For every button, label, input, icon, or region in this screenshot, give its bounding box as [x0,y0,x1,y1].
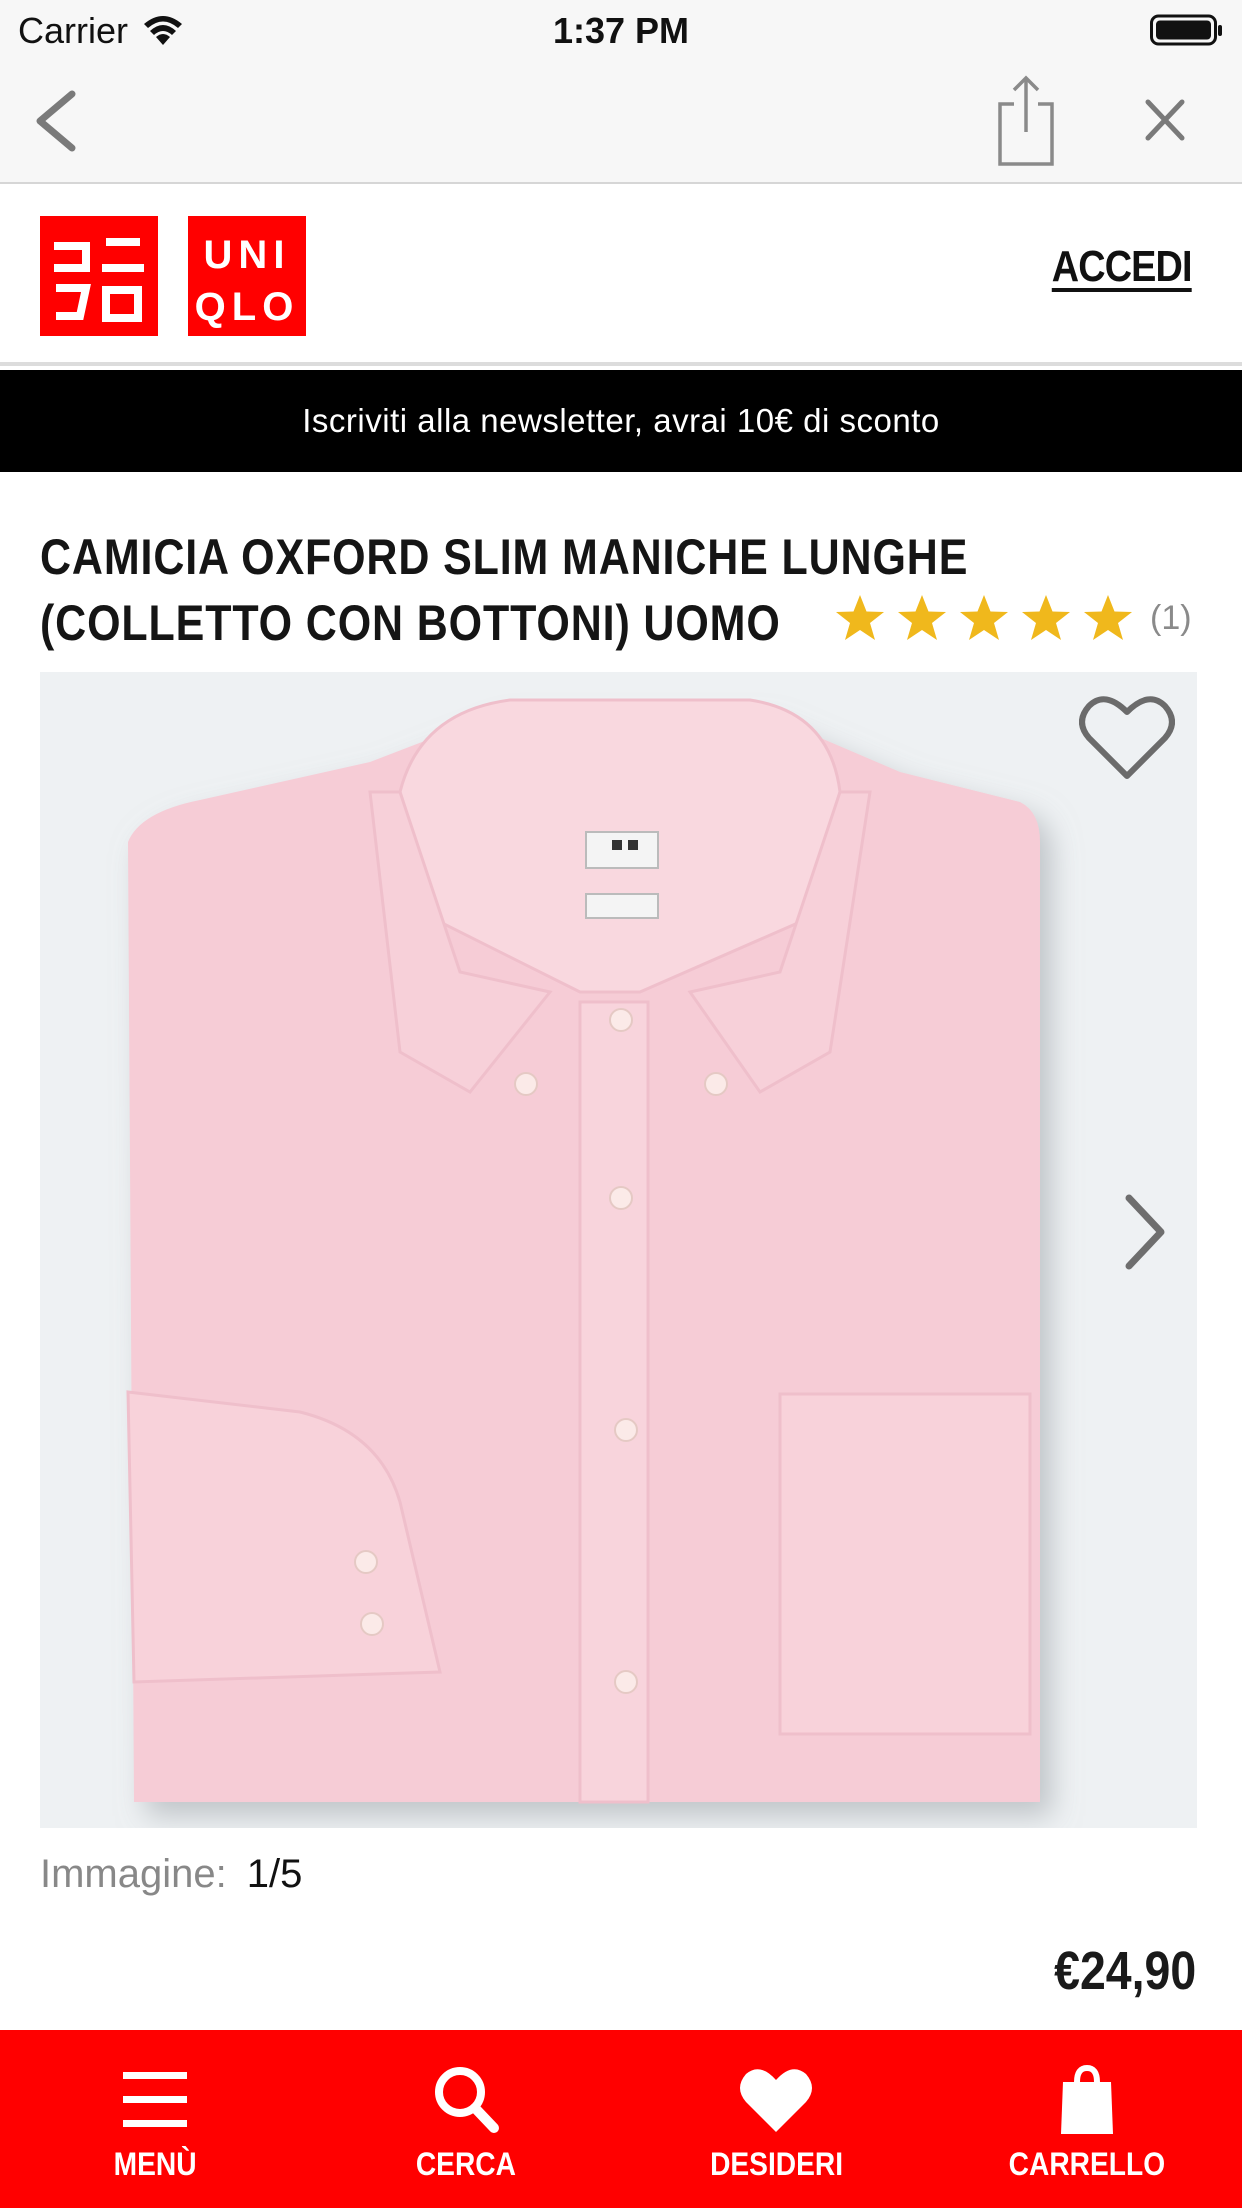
tab-cart-label: CARRELLO [1008,2146,1165,2182]
back-arrow-icon[interactable] [28,88,88,154]
tab-search-label: CERCA [415,2146,516,2182]
search-icon [434,2067,499,2133]
product-shirt-image [126,698,1040,1804]
star-icon [1084,595,1132,640]
status-bar: Carrier 1:37 PM [0,0,1242,60]
product-price: €24,90 [1053,1941,1196,2001]
logo-text-qlo: QLO [195,285,300,329]
menu-icon [123,2072,188,2127]
star-icon [1022,595,1070,640]
battery-icon [1150,14,1222,46]
newsletter-banner[interactable]: Iscriviti alla newsletter, avrai 10€ di … [0,370,1242,472]
bag-icon [1060,2064,1113,2134]
tab-wishlist-label: DESIDERI [709,2146,843,2182]
product-image-carousel[interactable] [40,672,1197,1828]
share-icon[interactable] [996,74,1056,170]
product-rating[interactable]: (1) [834,592,1192,644]
newsletter-banner-text: Iscriviti alla newsletter, avrai 10€ di … [302,402,940,439]
image-indicator: Immagine: 1/5 [40,1852,302,1897]
star-icon [960,595,1008,640]
star-icon [898,595,946,640]
tab-search[interactable]: CERCA [311,2030,622,2208]
login-link[interactable]: ACCEDI [1052,242,1193,292]
bottom-tab-bar: MENÙ CERCA DESIDERI CARRELLO [0,2030,1242,2208]
tab-menu-label: MENÙ [113,2146,197,2182]
next-image-chevron-icon[interactable] [1121,1192,1169,1272]
tab-wishlist[interactable]: DESIDERI [621,2030,932,2208]
product-title-line-1: CAMICIA OXFORD SLIM MANICHE LUNGHE [40,529,969,585]
star-icon [836,595,884,640]
uniqlo-logo[interactable]: UNI QLO [40,216,306,336]
clock: 1:37 PM [552,10,690,51]
site-header: UNI QLO ACCEDI [0,186,1242,366]
heart-icon [740,2069,813,2132]
add-to-wishlist-heart-icon[interactable] [1079,692,1175,782]
tab-cart[interactable]: CARRELLO [932,2030,1242,2208]
image-counter: 1/5 [246,1852,303,1896]
logo-text-uni: UNI [204,233,291,277]
close-icon[interactable] [1142,92,1188,148]
rating-count: (1) [1150,598,1192,637]
tab-menu[interactable]: MENÙ [0,2030,311,2208]
navigation-bar [0,60,1242,184]
image-label: Immagine: [40,1852,227,1896]
